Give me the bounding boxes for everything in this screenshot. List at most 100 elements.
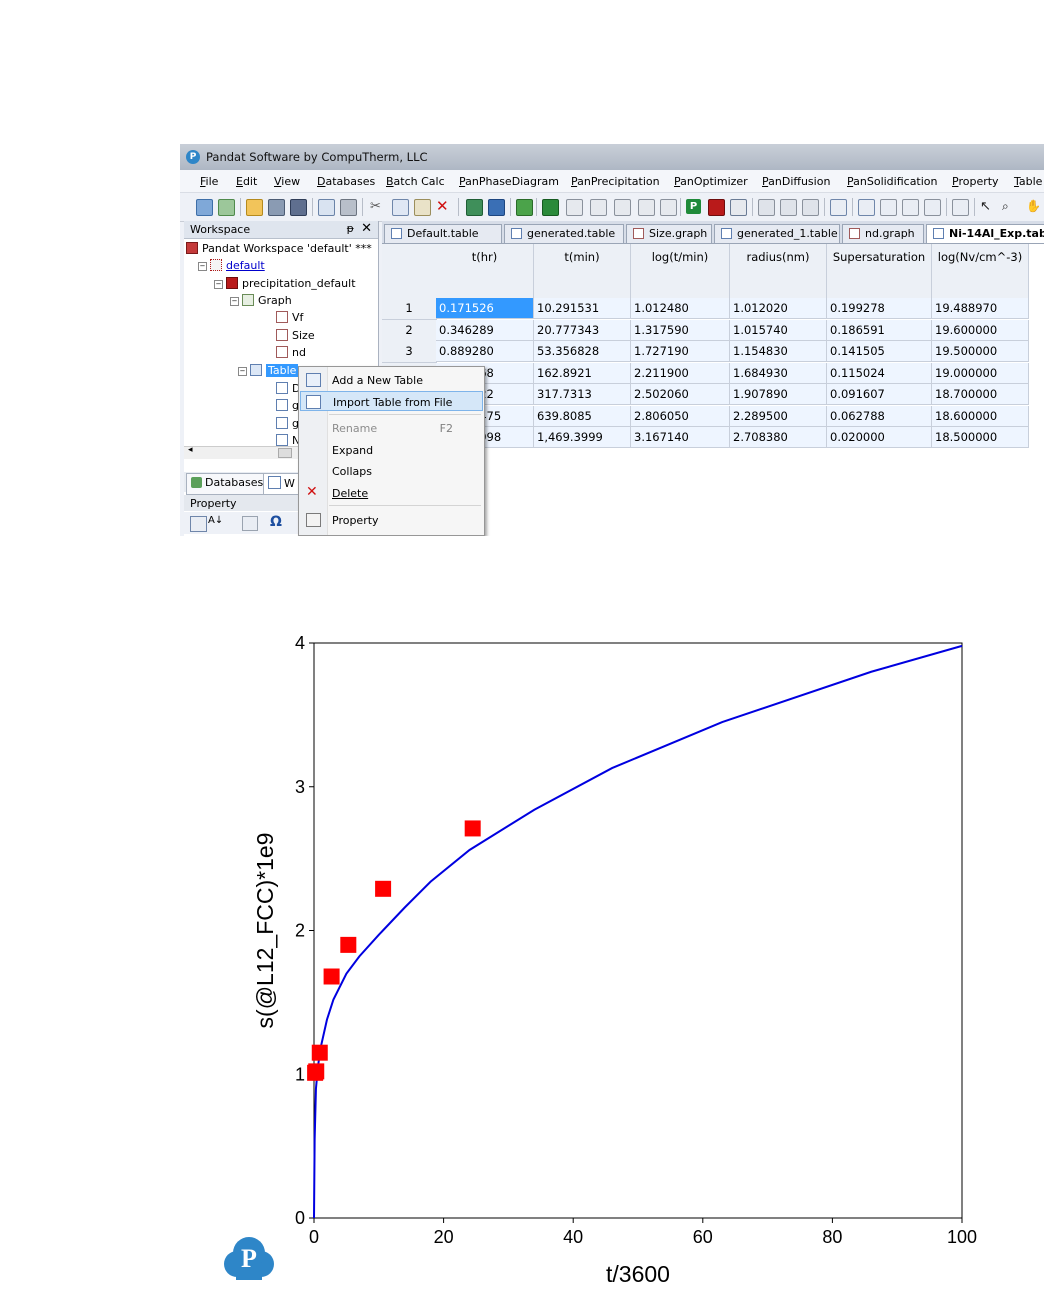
column-header[interactable]: radius(nm) [730,244,827,299]
menu-item-import-table[interactable]: Import Table from File [300,391,483,411]
table-cell[interactable]: 19.000000 [932,362,1029,384]
tree-node-table-child[interactable]: g [276,399,299,412]
row-number[interactable]: 1 [382,298,437,320]
table-cell[interactable]: 53.356828 [534,341,631,362]
ternary-calc-icon[interactable] [638,199,655,216]
pointer-icon[interactable]: ↖ [980,199,995,214]
tab-generated-1-table[interactable]: generated_1.table [714,224,840,243]
tab-nd-graph[interactable]: nd.graph [842,224,924,243]
table-cell[interactable]: 0.020000 [827,427,932,448]
tree-node-graph[interactable]: − Graph [230,294,292,307]
table-cell[interactable]: 0.346289 [436,319,534,341]
table-cell[interactable]: 10.291531 [534,298,631,319]
delete-icon[interactable]: ✕ [436,199,451,214]
table-cell[interactable]: 1.154830 [730,341,827,362]
tab-generated-table[interactable]: generated.table [504,224,624,243]
scroll-thumb[interactable] [278,448,292,458]
table-cell[interactable]: 2.502060 [631,384,730,405]
3d-view-icon[interactable] [902,199,919,216]
menu-panphasediagram[interactable]: PanPhaseDiagram [459,175,559,188]
menu-view[interactable]: View [274,175,300,188]
table-cell[interactable]: 1.012480 [631,298,730,319]
table-cell[interactable]: 1.015740 [730,319,827,341]
table-cell[interactable]: 2.708380 [730,427,827,448]
column-header[interactable]: log(Nv/cm^-3) [932,244,1029,299]
precipitation-icon[interactable] [708,199,725,216]
column-header[interactable]: t(hr) [436,244,534,299]
menu-property[interactable]: Property [952,175,999,188]
table-cell[interactable]: 0.186591 [827,319,932,341]
categorized-icon[interactable] [190,516,207,532]
tree-node-table-child[interactable]: D [276,382,300,395]
column-header[interactable]: t(min) [534,244,631,299]
pandat-icon[interactable]: P [686,199,701,214]
menu-batch-calc[interactable]: Batch Calc [386,175,445,188]
alphabetical-icon[interactable]: A↓ [208,515,223,526]
save-icon[interactable] [268,199,285,216]
tab-databases[interactable]: Databases [186,473,269,495]
point-calc-icon[interactable] [566,199,583,216]
tree-node-graph-nd[interactable]: nd [276,346,306,359]
table-edit-icon[interactable] [858,199,875,216]
optimizer-icon[interactable] [730,199,747,216]
scheil-calc-icon[interactable] [660,199,677,216]
table-cell[interactable]: 2.289500 [730,405,827,427]
open-folder-icon[interactable] [246,199,263,216]
menu-item-property[interactable]: Property [300,510,483,530]
table-cell[interactable]: 1.727190 [631,341,730,362]
table-cell[interactable]: 1,469.3999 [534,427,631,448]
table-cell[interactable]: 1.907890 [730,384,827,405]
table-cell[interactable]: 20.777343 [534,319,631,341]
print-preview-icon[interactable] [318,199,335,216]
section-calc-icon[interactable] [614,199,631,216]
download-icon[interactable] [516,199,533,216]
graph-merge-icon[interactable] [802,199,819,216]
menu-panprecipitation[interactable]: PanPrecipitation [571,175,660,188]
pan-icon[interactable]: ✋ [1026,199,1041,214]
collapse-icon[interactable]: − [238,367,247,376]
menu-pandiffusion[interactable]: PanDiffusion [762,175,830,188]
calc-icon[interactable] [542,199,559,216]
table-cell[interactable]: 0.199278 [827,298,932,319]
print-icon[interactable] [340,199,357,216]
row-number[interactable]: 3 [382,341,437,363]
tree-node-precipitation[interactable]: − precipitation_default [214,277,356,290]
table-corner[interactable] [382,244,437,299]
column-header[interactable]: Supersaturation [827,244,932,299]
tree-node-table[interactable]: − Table [238,364,299,377]
line-calc-icon[interactable] [590,199,607,216]
menu-item-collapse[interactable]: Collaps [300,461,483,481]
table-cell[interactable]: 317.7313 [534,384,631,405]
tab-workspace[interactable]: W [263,473,300,495]
new-project-icon[interactable] [218,199,235,216]
graph-edit-icon[interactable] [780,199,797,216]
menu-file[interactable]: File [200,175,218,188]
table-icon[interactable] [830,199,847,216]
row-number[interactable]: 2 [382,319,437,342]
tab-default-table[interactable]: Default.table [384,224,502,243]
copy-icon[interactable] [392,199,409,216]
tab-ni-14al-exp-table[interactable]: Ni-14Al_Exp.table [926,224,1044,243]
collapse-icon[interactable]: − [198,262,207,271]
menu-table[interactable]: Table [1014,175,1042,188]
table-cell[interactable]: 19.488970 [932,298,1029,319]
column-header[interactable]: log(t/min) [631,244,730,299]
tree-node-default[interactable]: − default [198,259,265,272]
menu-item-rename[interactable]: Rename F2 [300,418,483,438]
table-cell[interactable]: 3.167140 [631,427,730,448]
menu-item-expand[interactable]: Expand [300,440,483,460]
table-cell[interactable]: 19.600000 [932,319,1029,341]
pin-icon[interactable]: ᵽ [347,222,354,235]
table-cell[interactable]: 0.171526 [436,298,534,319]
menu-databases[interactable]: Databases [317,175,375,188]
scroll-left-icon[interactable]: ◂ [188,445,193,455]
table-cell[interactable]: 0.141505 [827,341,932,362]
table-cell[interactable]: 2.211900 [631,362,730,384]
menu-edit[interactable]: Edit [236,175,257,188]
save-all-icon[interactable] [290,199,307,216]
new-workspace-icon[interactable] [196,199,213,216]
export-graph-icon[interactable] [924,199,941,216]
tab-size-graph[interactable]: Size.graph [626,224,712,243]
table-cell[interactable]: 18.500000 [932,427,1029,448]
menu-item-delete[interactable]: ✕ Delete [300,483,483,503]
